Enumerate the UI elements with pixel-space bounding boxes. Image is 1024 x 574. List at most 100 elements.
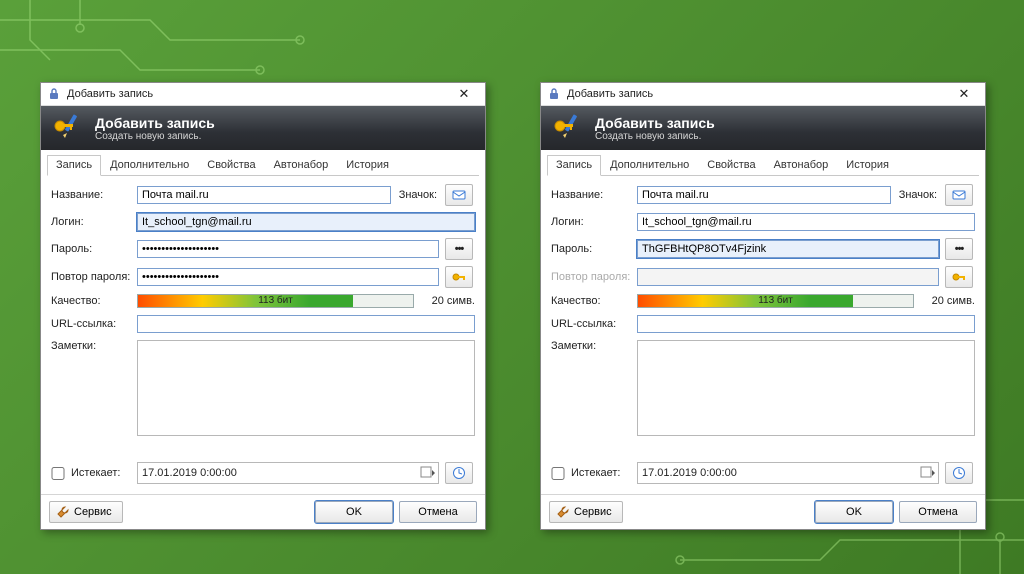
- label-password: Пароль:: [51, 243, 131, 255]
- toggle-password-button[interactable]: •••: [945, 238, 973, 260]
- quality-text: 113 бит: [638, 295, 913, 307]
- url-input[interactable]: [137, 315, 475, 333]
- banner-title: Добавить запись: [95, 115, 215, 131]
- ok-button[interactable]: OK: [815, 501, 893, 523]
- window-title: Добавить запись: [567, 88, 949, 100]
- notes-textarea[interactable]: [137, 340, 475, 436]
- service-button[interactable]: Сервис: [549, 501, 623, 523]
- label-icon: Значок:: [397, 189, 439, 201]
- notes-textarea[interactable]: [637, 340, 975, 436]
- banner-subtitle: Создать новую запись.: [95, 131, 215, 142]
- password-input[interactable]: [637, 240, 939, 258]
- repeat-password-input: [637, 268, 939, 286]
- tab-advanced[interactable]: Дополнительно: [101, 155, 198, 176]
- tab-entry[interactable]: Запись: [547, 155, 601, 176]
- label-expires: Истекает:: [71, 467, 131, 479]
- char-count: 20 симв.: [920, 295, 975, 307]
- expires-value: 17.01.2019 0:00:00: [642, 467, 737, 479]
- envelope-icon: [452, 189, 466, 201]
- icon-picker-button[interactable]: [445, 184, 473, 206]
- label-login: Логин:: [51, 216, 131, 228]
- label-notes: Заметки:: [51, 340, 131, 352]
- login-input[interactable]: [137, 213, 475, 231]
- key-gen-icon: [451, 270, 467, 284]
- label-url: URL-ссылка:: [551, 318, 631, 330]
- key-pencil-icon: [51, 112, 85, 145]
- char-count: 20 симв.: [420, 295, 475, 307]
- expires-clock-button[interactable]: [945, 462, 973, 484]
- key-pencil-icon: [551, 112, 585, 145]
- expires-value: 17.01.2019 0:00:00: [142, 467, 237, 479]
- key-gen-icon: [951, 270, 967, 284]
- wrench-icon: [56, 505, 70, 519]
- label-login: Логин:: [551, 216, 631, 228]
- label-icon: Значок:: [897, 189, 939, 201]
- service-button-label: Сервис: [574, 506, 612, 518]
- name-input[interactable]: [137, 186, 391, 204]
- expires-clock-button[interactable]: [445, 462, 473, 484]
- label-name: Название:: [551, 189, 631, 201]
- repeat-password-input[interactable]: [137, 268, 439, 286]
- tabs: Запись Дополнительно Свойства Автонабор …: [47, 154, 479, 176]
- expires-checkbox[interactable]: [551, 467, 565, 480]
- clock-icon: [452, 466, 466, 480]
- envelope-icon: [952, 189, 966, 201]
- generate-password-button[interactable]: [945, 266, 973, 288]
- cancel-button[interactable]: Отмена: [399, 501, 477, 523]
- banner-title: Добавить запись: [595, 115, 715, 131]
- label-expires: Истекает:: [571, 467, 631, 479]
- tab-advanced[interactable]: Дополнительно: [601, 155, 698, 176]
- banner: Добавить запись Создать новую запись.: [41, 106, 485, 150]
- expires-checkbox[interactable]: [51, 467, 65, 480]
- add-entry-dialog-left: Добавить запись ✕ Добавить: [40, 82, 486, 530]
- window-title: Добавить запись: [67, 88, 449, 100]
- tab-properties[interactable]: Свойства: [198, 155, 264, 176]
- tabs: Запись Дополнительно Свойства Автонабор …: [547, 154, 979, 176]
- calendar-dropdown-icon[interactable]: [920, 465, 936, 482]
- toggle-password-button[interactable]: •••: [445, 238, 473, 260]
- dialog-footer: Сервис OK Отмена: [41, 494, 485, 529]
- titlebar[interactable]: Добавить запись ✕: [541, 83, 985, 106]
- label-repeat: Повтор пароля:: [51, 271, 131, 283]
- lock-icon: [47, 87, 61, 101]
- tab-autotype[interactable]: Автонабор: [265, 155, 338, 176]
- add-entry-dialog-right: Добавить запись ✕ Добавить: [540, 82, 986, 530]
- tab-autotype[interactable]: Автонабор: [765, 155, 838, 176]
- login-input[interactable]: [637, 213, 975, 231]
- password-input[interactable]: [137, 240, 439, 258]
- url-input[interactable]: [637, 315, 975, 333]
- calendar-dropdown-icon[interactable]: [420, 465, 436, 482]
- tab-properties[interactable]: Свойства: [698, 155, 764, 176]
- icon-picker-button[interactable]: [945, 184, 973, 206]
- lock-icon: [547, 87, 561, 101]
- label-quality: Качество:: [51, 295, 131, 307]
- banner-subtitle: Создать новую запись.: [595, 131, 715, 142]
- ok-button[interactable]: OK: [315, 501, 393, 523]
- banner: Добавить запись Создать новую запись.: [541, 106, 985, 150]
- label-quality: Качество:: [551, 295, 631, 307]
- service-button[interactable]: Сервис: [49, 501, 123, 523]
- titlebar[interactable]: Добавить запись ✕: [41, 83, 485, 106]
- tab-history[interactable]: История: [837, 155, 898, 176]
- quality-bar: 113 бит: [637, 294, 914, 308]
- label-repeat: Повтор пароля:: [551, 271, 631, 283]
- close-button[interactable]: ✕: [949, 85, 979, 103]
- tab-history[interactable]: История: [337, 155, 398, 176]
- wrench-icon: [556, 505, 570, 519]
- label-password: Пароль:: [551, 243, 631, 255]
- clock-icon: [952, 466, 966, 480]
- service-button-label: Сервис: [74, 506, 112, 518]
- generate-password-button[interactable]: [445, 266, 473, 288]
- quality-bar: 113 бит: [137, 294, 414, 308]
- quality-text: 113 бит: [138, 295, 413, 307]
- label-notes: Заметки:: [551, 340, 631, 352]
- cancel-button[interactable]: Отмена: [899, 501, 977, 523]
- expires-datetime[interactable]: 17.01.2019 0:00:00: [637, 462, 939, 484]
- close-button[interactable]: ✕: [449, 85, 479, 103]
- name-input[interactable]: [637, 186, 891, 204]
- expires-datetime[interactable]: 17.01.2019 0:00:00: [137, 462, 439, 484]
- label-name: Название:: [51, 189, 131, 201]
- tab-entry[interactable]: Запись: [47, 155, 101, 176]
- label-url: URL-ссылка:: [51, 318, 131, 330]
- dialog-footer: Сервис OK Отмена: [541, 494, 985, 529]
